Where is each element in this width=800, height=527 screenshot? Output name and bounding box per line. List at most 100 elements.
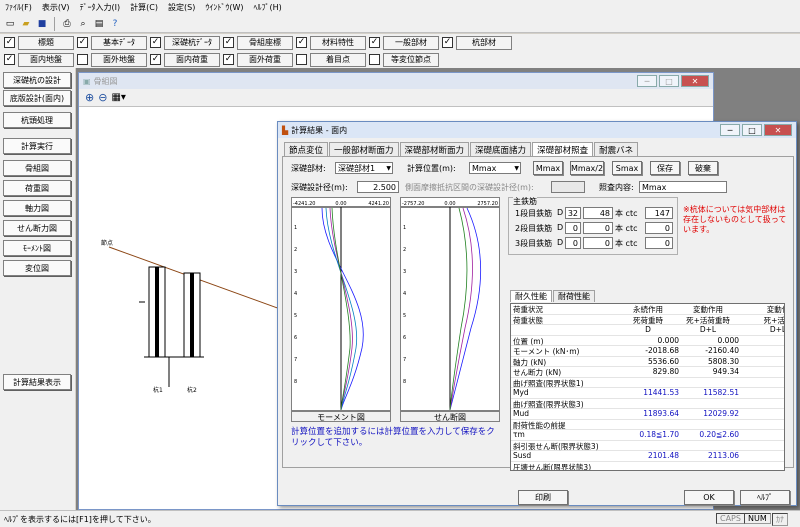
- checkrow2-button-1[interactable]: 面外地盤: [91, 52, 147, 67]
- checkrow1-checkbox-1[interactable]: ✓: [77, 37, 88, 48]
- help-button[interactable]: ﾍﾙﾌﾟ: [740, 490, 790, 505]
- checkrow2-button-2[interactable]: 面内荷重: [164, 52, 220, 67]
- print-preview-icon[interactable]: ⌕: [76, 17, 90, 31]
- zoom-in-icon[interactable]: ⊕: [85, 91, 94, 104]
- menu-item-6[interactable]: ﾍﾙﾌﾟ(H): [248, 2, 286, 13]
- dialog-minimize-button[interactable]: ─: [720, 124, 740, 136]
- rebar-n-input-2[interactable]: 0: [583, 237, 613, 249]
- left-button-9[interactable]: 変位図: [3, 260, 71, 276]
- calc-pos-select[interactable]: Mmax: [469, 162, 521, 174]
- close-button[interactable]: ✕: [681, 75, 709, 87]
- dialog-maximize-button[interactable]: □: [742, 124, 762, 136]
- sub-tab-load[interactable]: 耐荷性能: [553, 290, 595, 302]
- menu-item-1[interactable]: 表示(V): [37, 2, 75, 13]
- checkrow2-button-0[interactable]: 面内地盤: [18, 52, 74, 67]
- zoom-out-icon[interactable]: ⊖: [98, 91, 107, 104]
- left-button-4[interactable]: 骨組図: [3, 160, 71, 176]
- checkrow1-checkbox-2[interactable]: ✓: [150, 37, 161, 48]
- grid-row-label: 斜引張せん断(限界状態3): [513, 441, 599, 451]
- tab-3[interactable]: 深礎底面諸力: [470, 142, 532, 156]
- left-button-7[interactable]: せん断力図: [3, 220, 71, 236]
- status-bar: ﾍﾙﾌﾟを表示するには[F1]を押して下さい。 CAPS NUM ｶﾅ: [0, 510, 800, 527]
- checkrow2-button-3[interactable]: 面外荷重: [237, 52, 293, 67]
- rebar-d-input-0[interactable]: 32: [565, 207, 581, 219]
- print-icon[interactable]: ⎙: [60, 17, 74, 31]
- left-button-2[interactable]: 杭頭処理: [3, 112, 71, 128]
- member-select[interactable]: 深礎部材1: [335, 162, 393, 174]
- rebar-n-input-0[interactable]: 48: [583, 207, 613, 219]
- calc-result-dialog: ▙ 計算結果 - 面内 ─ □ ✕ 節点変位 一般部材断面力 深礎部材断面力 深礎底面…: [277, 121, 797, 506]
- rebar-ctc-input-1[interactable]: 0: [645, 222, 673, 234]
- checkrow2-button-5[interactable]: 等変位節点: [383, 52, 439, 67]
- tab-5[interactable]: 耐震バネ: [594, 142, 639, 156]
- menu-item-4[interactable]: 設定(S): [163, 2, 200, 13]
- checkrow1-checkbox-4[interactable]: ✓: [296, 37, 307, 48]
- rebar-ctc-input-2[interactable]: 0: [645, 237, 673, 249]
- grid-row-6: 曲げ照査(限界状態3): [511, 399, 784, 409]
- menu-item-2[interactable]: ﾃﾞｰﾀ入力(I): [75, 2, 126, 13]
- discard-button[interactable]: 破棄: [688, 161, 718, 175]
- tab-2[interactable]: 深礎部材断面力: [399, 142, 470, 156]
- help-icon[interactable]: ?: [108, 17, 122, 31]
- left-button-5[interactable]: 荷重図: [3, 180, 71, 196]
- menu-item-5[interactable]: ｳｲﾝﾄﾞｳ(W): [200, 2, 248, 13]
- new-file-icon[interactable]: ▭: [3, 17, 17, 31]
- checkrow1-button-3[interactable]: 骨組座標: [237, 35, 293, 50]
- view-options-icon[interactable]: ▦▾: [111, 92, 125, 103]
- checkrow2-checkbox-3[interactable]: ✓: [223, 54, 234, 65]
- tab-4[interactable]: 深礎部材照査: [532, 142, 594, 157]
- sub-tab-durability[interactable]: 耐久性能: [510, 290, 552, 302]
- checkrow1-checkbox-0[interactable]: ✓: [4, 37, 15, 48]
- minimize-button[interactable]: ─: [637, 75, 657, 87]
- checkrow1-button-6[interactable]: 杭部材: [456, 35, 512, 50]
- checkrow2-checkbox-2[interactable]: ✓: [150, 54, 161, 65]
- left-button-1[interactable]: 底版設計(面内): [3, 90, 71, 106]
- checkrow1-checkbox-6[interactable]: ✓: [442, 37, 453, 48]
- dialog-icon: ▙: [282, 125, 289, 135]
- checkrow2-checkbox-1[interactable]: [77, 54, 88, 65]
- hint-text: 計算位置を追加するには計算位置を入力して保存をクリックして下さい。: [291, 427, 495, 448]
- checkrow2-checkbox-5[interactable]: [369, 54, 380, 65]
- grid-row-0: 位置 (m) 0.000 0.000 0.00: [511, 336, 784, 346]
- print-button[interactable]: 印刷: [518, 490, 568, 505]
- check-content-label: 照査内容:: [599, 183, 634, 192]
- save-icon[interactable]: ■: [35, 17, 49, 31]
- left-button-6[interactable]: 軸力図: [3, 200, 71, 216]
- grid-row-12: 圧壊せん断(限界状態3): [511, 462, 784, 471]
- menu-item-3[interactable]: 計算(C): [125, 2, 163, 13]
- check-content-input[interactable]: Mmax: [639, 181, 727, 193]
- open-folder-icon[interactable]: ▰: [19, 17, 33, 31]
- rebar-ctc-input-0[interactable]: 147: [645, 207, 673, 219]
- mmax-half-button[interactable]: Mmax/2: [570, 161, 604, 175]
- tab-1[interactable]: 一般部材断面力: [329, 142, 399, 156]
- rebar-n-input-1[interactable]: 0: [583, 222, 613, 234]
- rebar-d-input-1[interactable]: 0: [565, 222, 581, 234]
- checkrow1-checkbox-3[interactable]: ✓: [223, 37, 234, 48]
- checkrow2-checkbox-4[interactable]: [296, 54, 307, 65]
- left-button-10[interactable]: 計算結果表示: [3, 374, 71, 390]
- checkrow2-checkbox-0[interactable]: ✓: [4, 54, 15, 65]
- ok-button[interactable]: OK: [684, 490, 734, 505]
- maximize-button[interactable]: □: [659, 75, 679, 87]
- checkrow1-button-4[interactable]: 材料特性: [310, 35, 366, 50]
- left-button-3[interactable]: 計算実行: [3, 138, 71, 154]
- mmax-button[interactable]: Mmax: [533, 161, 563, 175]
- smax-button[interactable]: Smax: [612, 161, 642, 175]
- checkrow1-button-5[interactable]: 一般部材: [383, 35, 439, 50]
- checkrow2-button-4[interactable]: 着目点: [310, 52, 366, 67]
- checkrow1-button-2[interactable]: 深礎杭ﾃﾞｰﾀ: [164, 35, 220, 50]
- checkrow1-button-0[interactable]: 標題: [18, 35, 74, 50]
- diameter-input[interactable]: 2.500: [357, 181, 399, 193]
- checkrow1-checkbox-5[interactable]: ✓: [369, 37, 380, 48]
- save-button[interactable]: 保存: [650, 161, 680, 175]
- shear-chart-caption: せん断図: [400, 411, 500, 422]
- tab-0[interactable]: 節点変位: [284, 142, 329, 156]
- left-button-0[interactable]: 深礎杭の設計: [3, 72, 71, 88]
- menu-item-0[interactable]: ﾌｧｲﾙ(F): [0, 2, 37, 13]
- left-button-8[interactable]: ﾓｰﾒﾝﾄ図: [3, 240, 71, 256]
- rebar-row-label-1: 2段目鉄筋: [515, 224, 553, 233]
- dialog-close-button[interactable]: ✕: [764, 124, 792, 136]
- checkrow1-button-1[interactable]: 基本ﾃﾞｰﾀ: [91, 35, 147, 50]
- page-setup-icon[interactable]: ▤: [92, 17, 106, 31]
- rebar-d-input-2[interactable]: 0: [565, 237, 581, 249]
